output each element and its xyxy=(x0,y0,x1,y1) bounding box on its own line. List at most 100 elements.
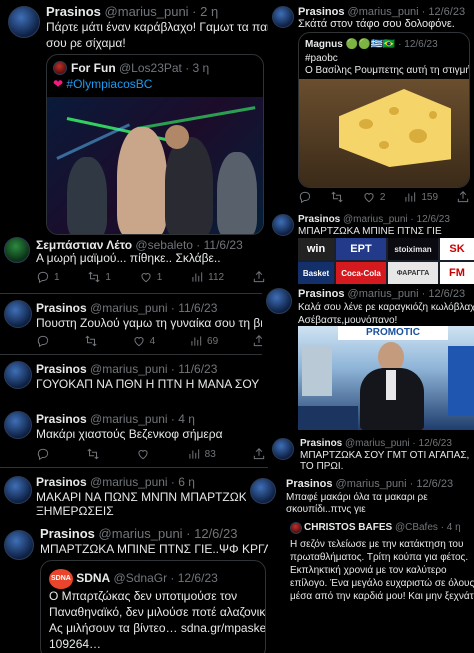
share-button[interactable] xyxy=(252,270,266,284)
views-button[interactable]: 69 xyxy=(189,334,218,348)
retweet-button[interactable] xyxy=(330,190,344,204)
avatar[interactable] xyxy=(272,438,294,460)
views-count: 69 xyxy=(207,335,219,347)
tweet-header: Prasinos @marius_puni · 2 η xyxy=(46,4,218,20)
quoted-author-handle: @Los23Pat · 3 η xyxy=(119,61,210,75)
sign-basket: Basket xyxy=(298,262,334,284)
reply-button[interactable]: 1 xyxy=(36,270,60,284)
views-button[interactable]: 83 xyxy=(187,447,216,461)
quoted-tweet[interactable]: Magnus 🟢🟢🇬🇷🇧🇷 · 12/6/23 #paobc Ο Βασίλης… xyxy=(298,32,470,188)
tweet-text-line4: επίλογο. Ένα μεγάλο ευχαριστώ σε όλους xyxy=(290,578,474,589)
tweet-left-5[interactable]: Prasinos @marius_puni · 4 η Μακάρι χιαστ… xyxy=(0,407,268,467)
author-name[interactable]: Σεμπάστιαν Λέτο xyxy=(36,238,132,252)
tweet-right-1[interactable]: Prasinos @marius_puni · 12/6/23 Σκάτά στ… xyxy=(268,0,474,207)
quoted-tweet[interactable]: For Fun @Los23Pat · 3 η ❤ #OlympiacosBC xyxy=(46,54,264,235)
retweet-icon xyxy=(331,191,343,203)
author-name[interactable]: Prasinos xyxy=(40,526,95,541)
quoted-text-line2: Παναθηναϊκό, δεν μιλούσε ποτέ αλαζονικά: xyxy=(49,605,266,619)
share-button[interactable] xyxy=(456,190,470,204)
avatar[interactable] xyxy=(272,6,294,28)
tweet-right-3[interactable]: Prasinos @marius_puni · 12/6/23 Καλά σου… xyxy=(262,284,474,432)
tweet-left-4[interactable]: Prasinos @marius_puni · 11/6/23 ΓΟΥΟΚΑΠ … xyxy=(0,355,268,407)
tweet-text: ΜΑΚΑΡΙ ΝΑ ΠΩΝΣ ΜΝΠΝ ΜΠΑΡΤΖΩΚΑ,Μ xyxy=(36,490,268,504)
like-button[interactable]: 2 xyxy=(362,190,386,204)
avatar[interactable] xyxy=(272,214,294,236)
avatar[interactable] xyxy=(290,522,302,534)
quoted-video[interactable] xyxy=(47,97,263,234)
author-handle[interactable]: @marius_puni · 12/6/23 xyxy=(99,526,238,541)
avatar[interactable] xyxy=(4,361,32,389)
author-name[interactable]: Prasinos xyxy=(286,478,332,490)
author-name[interactable]: Prasinos xyxy=(46,4,101,19)
quoted-tweet[interactable]: SDNA SDNA @SdnaGr · 12/6/23 Ο Μπαρτζώκας… xyxy=(40,560,266,653)
avatar[interactable] xyxy=(4,411,32,439)
like-count: 4 xyxy=(149,335,156,347)
tweet-left-3[interactable]: Prasinos @marius_puni · 11/6/23 Πουστη Ζ… xyxy=(0,294,268,354)
avatar[interactable] xyxy=(4,476,32,504)
author-handle[interactable]: @marius_puni · 6 η xyxy=(90,475,195,489)
author-handle[interactable]: @marius_puni · 12/6/23 xyxy=(348,288,466,300)
author-handle[interactable]: @CBafes · 4 η xyxy=(395,522,461,533)
retweet-button[interactable]: 1 xyxy=(87,270,111,284)
like-button[interactable]: 4 xyxy=(132,334,156,348)
tweet-left-1[interactable]: Prasinos @marius_puni · 2 η Πάρτε μάτι έ… xyxy=(0,0,268,235)
tweet-text-line5: μέσα από την καρδιά μου! Και μην ξεχνάτ.… xyxy=(290,591,474,602)
sponsor-board-image[interactable]: win ΕΡΤ stoiximan SK Basket Coca-Cola ΦΑ… xyxy=(298,238,474,284)
author-handle[interactable]: @marius_puni · 11/6/23 xyxy=(90,362,217,376)
author-name[interactable]: Prasinos xyxy=(36,301,87,315)
author-handle[interactable]: @marius_puni · 12/6/23 xyxy=(336,478,454,490)
heart-icon xyxy=(364,193,374,203)
like-button[interactable] xyxy=(136,447,150,461)
author-name[interactable]: Prasinos xyxy=(298,288,344,300)
author-handle[interactable]: @marius_puni · 4 η xyxy=(90,412,195,426)
reply-button[interactable] xyxy=(298,190,312,204)
author-name[interactable]: Prasinos xyxy=(36,475,87,489)
retweet-button[interactable] xyxy=(86,447,100,461)
author-handle[interactable]: @sebaleto · 11/6/23 xyxy=(135,238,242,252)
retweet-icon xyxy=(88,271,100,283)
quoted-header: SDNA SDNA @SdnaGr · 12/6/23 xyxy=(49,569,218,589)
author-name[interactable]: Prasinos xyxy=(36,412,87,426)
quoted-author-name: SDNA xyxy=(76,571,111,586)
avatar[interactable] xyxy=(4,300,32,328)
quoted-author-handle: @SdnaGr · 12/6/23 xyxy=(113,571,218,586)
tweet-right-6[interactable]: CHRISTOS BAFES @CBafes · 4 η Η σεζόν τελ… xyxy=(282,516,474,653)
share-icon xyxy=(253,271,265,283)
views-icon xyxy=(192,272,203,282)
sign-fm: FM xyxy=(440,262,474,284)
avatar[interactable] xyxy=(266,288,292,314)
reply-button[interactable] xyxy=(36,334,50,348)
reply-button[interactable] xyxy=(36,447,50,461)
tweet-left-6[interactable]: Prasinos @marius_puni · 6 η ΜΑΚΑΡΙ ΝΑ ΠΩ… xyxy=(0,468,268,520)
avatar[interactable] xyxy=(4,530,34,560)
coach-image[interactable]: PROMOTIC xyxy=(298,326,474,430)
views-button[interactable]: 159 xyxy=(403,190,438,204)
views-button[interactable]: 112 xyxy=(190,270,224,284)
tweet-right-2[interactable]: Prasinos @marius_puni · 12/6/23 ΜΠΑΡΤΖΩΚ… xyxy=(268,208,474,284)
reply-icon xyxy=(37,271,49,284)
hashtag-link[interactable]: #OlympiacosBC xyxy=(66,77,152,91)
views-count: 159 xyxy=(421,191,439,203)
action-bar: 2 159 xyxy=(298,190,470,204)
avatar[interactable] xyxy=(250,478,276,504)
author-name[interactable]: CHRISTOS BAFES xyxy=(304,522,392,533)
action-bar: 1 1 1 112 xyxy=(36,270,266,284)
tweet-left-7[interactable]: Prasinos @marius_puni · 12/6/23 ΜΠΑΡΤΖΩΚ… xyxy=(0,520,268,653)
cheese-image[interactable] xyxy=(299,79,469,187)
share-button[interactable] xyxy=(252,447,266,461)
tweet-right-4[interactable]: Prasinos @marius_puni · 12/6/23 ΜΠΑΡΤΖΩΚ… xyxy=(268,432,474,472)
author-name[interactable]: Prasinos xyxy=(36,362,87,376)
author-handle[interactable]: @marius_puni · 11/6/23 xyxy=(90,301,217,315)
avatar[interactable] xyxy=(4,237,30,263)
action-bar: 4 69 xyxy=(36,334,266,348)
quoted-author-handle: · 12/6/23 xyxy=(398,39,438,50)
promotic-banner: PROMOTIC xyxy=(338,326,448,340)
tweet-right-5[interactable]: Prasinos @marius_puni · 12/6/23 Μπαφέ μα… xyxy=(246,474,474,514)
author-handle[interactable]: @marius_puni · 2 η xyxy=(105,4,219,19)
avatar[interactable] xyxy=(8,6,40,38)
like-count: 2 xyxy=(379,191,386,203)
tweet-header: Prasinos @marius_puni · 4 η xyxy=(36,411,195,427)
like-button[interactable]: 1 xyxy=(139,270,162,284)
tweet-left-2[interactable]: Σεμπάστιαν Λέτο @sebaleto · 11/6/23 Α μω… xyxy=(0,235,268,293)
retweet-button[interactable] xyxy=(84,334,98,348)
